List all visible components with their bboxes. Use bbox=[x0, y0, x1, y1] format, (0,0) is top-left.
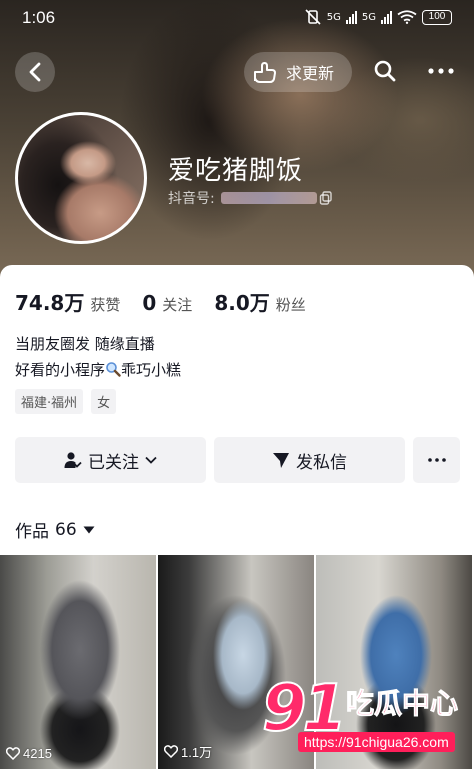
following-button[interactable]: 已关注 bbox=[15, 437, 206, 483]
works-label: 作品 bbox=[15, 522, 49, 542]
stat-following-label: 关注 bbox=[162, 296, 193, 314]
status-time: 1:06 bbox=[22, 8, 56, 27]
wifi-icon bbox=[397, 10, 417, 24]
gender-tag: 女 bbox=[91, 389, 117, 414]
stat-following-value: 0 bbox=[142, 291, 157, 315]
more-options-button[interactable] bbox=[422, 54, 460, 88]
stat-followers-value: 8.0万 bbox=[214, 291, 270, 315]
send-message-button[interactable]: 发私信 bbox=[214, 437, 405, 483]
like-count: 4215 bbox=[6, 746, 52, 761]
signal-icon-1 bbox=[345, 10, 357, 24]
request-update-button[interactable]: 求更新 bbox=[244, 52, 352, 92]
bio: 当朋友圈发 随缘直播 好看的小程序 乖巧小糕 bbox=[15, 331, 181, 383]
watermark-url: https://91chigua26.com bbox=[298, 732, 455, 752]
stat-likes-label: 获赞 bbox=[90, 296, 121, 314]
avatar[interactable] bbox=[15, 112, 147, 244]
user-check-icon bbox=[64, 452, 82, 468]
bio-line-1: 当朋友圈发 随缘直播 bbox=[15, 335, 155, 353]
bio-line-2: 好看的小程序 乖巧小糕 bbox=[15, 357, 181, 383]
caret-down-icon bbox=[83, 526, 95, 533]
watermark-text: 吃瓜中心 bbox=[345, 687, 459, 721]
search-button[interactable] bbox=[368, 54, 402, 88]
battery-icon: 100 bbox=[422, 9, 452, 25]
more-dots-icon bbox=[428, 68, 454, 74]
back-button[interactable] bbox=[15, 52, 55, 92]
request-update-label: 求更新 bbox=[286, 64, 335, 83]
profile-tags: 福建·福州 女 bbox=[15, 389, 117, 414]
location-tag: 福建·福州 bbox=[15, 389, 84, 414]
stat-likes-value: 74.8万 bbox=[15, 291, 85, 315]
send-icon bbox=[273, 453, 289, 468]
stat-followers[interactable]: 8.0万 粉丝 bbox=[214, 287, 305, 316]
works-count: 66 bbox=[55, 519, 77, 540]
network-type-2: 5G bbox=[361, 11, 376, 23]
action-buttons: 已关注 发私信 bbox=[15, 437, 460, 483]
pointing-hand-icon bbox=[254, 62, 276, 83]
site-watermark: 91 吃瓜中心 https://91chigua26.com bbox=[258, 671, 472, 760]
search-icon bbox=[374, 60, 396, 82]
heart-outline-icon bbox=[6, 747, 20, 760]
like-count-value: 1.1万 bbox=[181, 745, 213, 760]
status-icons: 5G 5G 100 bbox=[304, 9, 452, 25]
more-dots-icon bbox=[427, 458, 446, 462]
stats-row: 74.8万 获赞 0 关注 8.0万 粉丝 bbox=[15, 287, 328, 316]
like-count-value: 4215 bbox=[23, 746, 52, 761]
magnifier-emoji-icon bbox=[106, 362, 121, 377]
chevron-left-icon bbox=[29, 62, 41, 82]
signal-icon-2 bbox=[381, 10, 392, 24]
stat-likes[interactable]: 74.8万 获赞 bbox=[15, 287, 120, 316]
stat-followers-label: 粉丝 bbox=[275, 296, 306, 314]
heart-outline-icon bbox=[164, 745, 178, 758]
profile-name: 爱吃猪脚饭 bbox=[168, 156, 304, 186]
douyin-id-redacted bbox=[220, 192, 317, 204]
bio-line-2-prefix: 好看的小程序 bbox=[15, 361, 106, 379]
following-label: 已关注 bbox=[88, 452, 139, 473]
works-tab[interactable]: 作品 66 bbox=[15, 517, 95, 542]
status-bar: 1:06 5G 5G 100 bbox=[0, 0, 474, 36]
video-thumbnail[interactable]: 4215 bbox=[0, 555, 156, 769]
network-type-1: 5G bbox=[326, 11, 341, 23]
stat-following[interactable]: 0 关注 bbox=[142, 291, 192, 315]
send-message-label: 发私信 bbox=[296, 452, 347, 473]
bio-line-2-suffix: 乖巧小糕 bbox=[121, 361, 182, 379]
like-count: 1.1万 bbox=[164, 742, 212, 761]
copy-icon bbox=[319, 191, 332, 205]
more-actions-button[interactable] bbox=[413, 437, 460, 483]
vibrate-mute-icon bbox=[305, 9, 321, 25]
chevron-down-icon bbox=[145, 456, 157, 464]
douyin-id-label: 抖音号: bbox=[168, 191, 215, 207]
douyin-id-row[interactable]: 抖音号: bbox=[168, 188, 333, 208]
